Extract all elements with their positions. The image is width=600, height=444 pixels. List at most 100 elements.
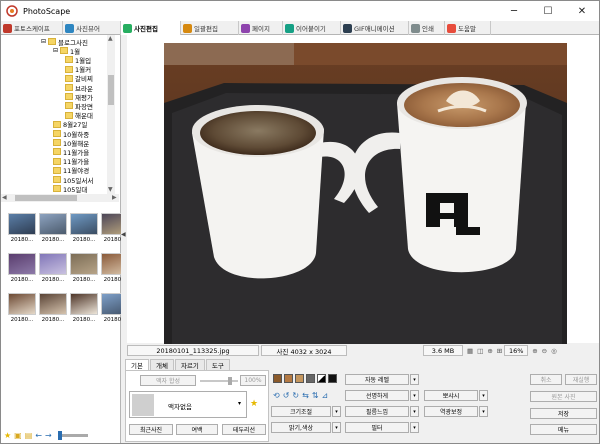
flip-horizontal-icon[interactable]: ⇆ <box>302 391 309 403</box>
back-arrow-icon[interactable]: ← <box>35 431 42 440</box>
tab-2[interactable]: 사진뷰어 <box>63 21 121 35</box>
thumbnail-item[interactable]: 20180... <box>39 213 67 251</box>
star-icon[interactable]: ★ <box>4 431 11 440</box>
flip-vertical-icon[interactable]: ⇅ <box>312 391 319 403</box>
tab-3[interactable]: 사진편집 <box>121 21 181 35</box>
save-button[interactable]: 저장 <box>530 408 597 419</box>
brightness-dropdown-icon[interactable]: ▾ <box>332 422 341 433</box>
zoom-fit-icon[interactable]: ◫ <box>477 347 483 355</box>
tree-item[interactable]: 1월입 <box>65 55 91 65</box>
bokeh-button[interactable]: 뽀샤시 <box>424 390 478 401</box>
tree-item[interactable]: 11월가을 <box>53 147 89 157</box>
rotate-right-icon[interactable]: ↻ <box>292 391 299 403</box>
preset-tan-icon[interactable] <box>284 374 293 383</box>
chevron-down-icon[interactable]: ▾ <box>238 400 241 407</box>
scroll-down-arrow-icon[interactable]: ▼ <box>108 186 113 193</box>
tree-item[interactable]: 105일대 <box>53 184 87 194</box>
frame-percent[interactable]: 100% <box>240 375 266 386</box>
frame-line-button[interactable]: 테두리선 <box>222 424 266 435</box>
scroll-left-arrow-icon[interactable]: ◀ <box>2 194 7 201</box>
preset-brown-icon[interactable] <box>273 374 282 383</box>
tab-9[interactable]: 도움말 <box>445 21 491 35</box>
tab-8[interactable]: 인쇄 <box>409 21 445 35</box>
tree-item[interactable]: 갈비찌 <box>65 74 93 83</box>
tree-scroll-thumb[interactable] <box>108 75 114 105</box>
zoom-out-icon[interactable]: ⊖ <box>542 347 547 355</box>
fit-view-icon[interactable]: ▦ <box>467 347 473 355</box>
favorite-star-icon[interactable]: ★ <box>250 399 258 409</box>
tree-item[interactable]: ⊟ 블로그사진 <box>41 37 88 47</box>
tree-item[interactable]: 105일서서 <box>53 175 93 185</box>
tab-5[interactable]: 페이지 <box>239 21 283 35</box>
filter-button[interactable]: 필터 <box>345 422 409 433</box>
tree-item[interactable]: 파장면 <box>65 101 93 111</box>
brightness-button[interactable]: 밝기,색상 <box>271 422 331 433</box>
tree-item[interactable]: 11월야경 <box>53 166 89 175</box>
menu-button[interactable]: 메뉴 <box>530 424 597 435</box>
frame-opacity-slider[interactable] <box>200 377 238 385</box>
preset-bw-icon[interactable] <box>317 374 326 383</box>
tree-item[interactable]: 10월하중 <box>53 129 89 139</box>
scroll-up-arrow-icon[interactable]: ▲ <box>108 35 113 42</box>
backlight-dropdown-icon[interactable]: ▾ <box>479 406 488 417</box>
tree-expander-icon[interactable]: ⊟ <box>41 38 46 45</box>
thumbnail-size-slider[interactable] <box>57 430 88 440</box>
tree-item[interactable]: 11월가을 <box>53 157 89 166</box>
frame-apply-button[interactable]: 액자 합성 <box>140 375 196 386</box>
thumbnail-item[interactable]: 20180... <box>70 253 98 291</box>
edit-tab-1[interactable]: 기본 <box>125 359 149 370</box>
tree-item[interactable]: 브라운 <box>65 83 93 93</box>
tree-item[interactable]: 해운대 <box>65 111 93 120</box>
rotate-icon[interactable]: ⟲ <box>273 391 280 403</box>
edit-tab-3[interactable]: 자르기 <box>174 359 205 370</box>
minimize-button[interactable]: ─ <box>497 1 531 21</box>
tree-item[interactable]: ⊟ 1월 <box>53 46 80 56</box>
folder-icon[interactable]: ▤ <box>25 431 33 440</box>
close-button[interactable]: ✕ <box>565 1 599 21</box>
tree-item[interactable]: 재평가 <box>65 92 93 102</box>
film-effect-dropdown-icon[interactable]: ▾ <box>410 406 419 417</box>
film-effect-button[interactable]: 필름느낌 <box>345 406 409 417</box>
bokeh-dropdown-icon[interactable]: ▾ <box>479 390 488 401</box>
thumbnail-item[interactable]: 20180... <box>70 293 98 331</box>
resize-dropdown-icon[interactable]: ▾ <box>332 406 341 417</box>
tree-item[interactable]: 8월27일 <box>53 120 87 129</box>
add-folder-icon[interactable]: ▣ <box>14 431 22 440</box>
thumbnail-item[interactable]: 20180... <box>70 213 98 251</box>
thumbnail-item[interactable]: 20180... <box>8 213 36 251</box>
photo-canvas[interactable] <box>164 43 567 344</box>
tree-item[interactable]: 10월해운 <box>53 138 89 148</box>
tree-horizontal-scrollbar[interactable]: ◀ ▶ <box>1 194 119 202</box>
original-photo-button[interactable]: 원본 사진 <box>530 391 597 402</box>
filter-dropdown-icon[interactable]: ▾ <box>410 422 419 433</box>
forward-arrow-icon[interactable]: → <box>45 431 52 440</box>
margin-button[interactable]: 여백 <box>176 424 218 435</box>
sharpen-button[interactable]: 선명하게 <box>345 390 409 401</box>
thumbnail-item[interactable]: 20180... <box>8 293 36 331</box>
zoom-reset-icon[interactable]: ◎ <box>551 347 557 355</box>
preset-sepia-icon[interactable] <box>295 374 304 383</box>
preset-black-icon[interactable] <box>328 374 337 383</box>
tree-vertical-scrollbar[interactable]: ▲ ▼ <box>107 35 115 194</box>
zoom-actual-icon[interactable]: ⊕ <box>487 347 492 355</box>
backlight-button[interactable]: 역광보정 <box>424 406 478 417</box>
preset-gray-icon[interactable] <box>306 374 315 383</box>
frame-select[interactable]: 액자없음 ▾ <box>129 391 247 418</box>
edit-tab-2[interactable]: 개체 <box>149 359 174 370</box>
tab-7[interactable]: GIF애니메이션 <box>341 21 409 35</box>
tree-expander-icon[interactable]: ⊟ <box>53 47 58 54</box>
auto-level-button[interactable]: 자동 레벨 <box>345 374 409 385</box>
auto-level-dropdown-icon[interactable]: ▾ <box>410 374 419 385</box>
collapse-arrow-icon[interactable]: ◀ <box>121 231 126 238</box>
maximize-button[interactable]: ☐ <box>531 1 565 21</box>
edit-tab-4[interactable]: 도구 <box>205 359 230 370</box>
scroll-right-arrow-icon[interactable]: ▶ <box>112 194 117 201</box>
tree-hscroll-thumb[interactable] <box>15 195 77 201</box>
tab-1[interactable]: 포토스케이프 <box>1 21 63 35</box>
sharpen-dropdown-icon[interactable]: ▾ <box>410 390 419 401</box>
redo-button[interactable]: 재실행 <box>565 374 597 385</box>
thumbnail-item[interactable]: 20180... <box>39 253 67 291</box>
thumbnail-item[interactable]: 20180... <box>8 253 36 291</box>
undo-button[interactable]: 취소 <box>530 374 562 385</box>
zoom-in-icon[interactable]: ⊕ <box>532 347 537 355</box>
